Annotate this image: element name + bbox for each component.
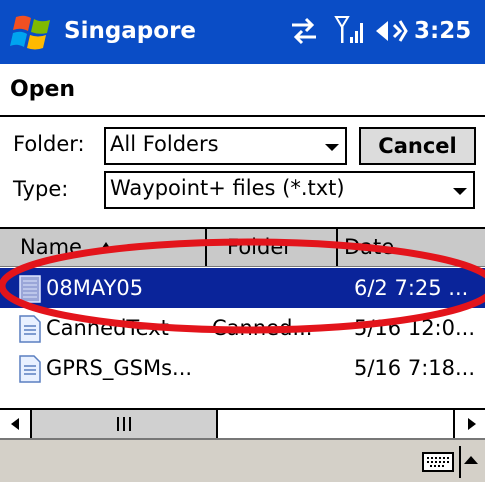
file-row[interactable]: CannedText Canned... 5/16 12:0... — [0, 308, 485, 348]
connectivity-icon[interactable] — [288, 15, 320, 47]
chevron-down-icon — [453, 188, 467, 195]
column-header-date[interactable]: Date — [338, 229, 485, 266]
scroll-left-button[interactable] — [0, 410, 32, 438]
folder-dropdown-value: All Folders — [110, 132, 219, 156]
app-title: Singapore — [64, 18, 197, 44]
sort-ascending-icon — [100, 242, 112, 251]
list-header: Name Folder Date — [0, 227, 485, 267]
horizontal-scrollbar[interactable] — [0, 408, 485, 438]
input-panel-arrow-icon[interactable] — [464, 456, 478, 464]
signal-strength-icon[interactable] — [334, 13, 366, 49]
cancel-button[interactable]: Cancel — [359, 127, 476, 165]
file-date: 5/16 12:0... — [354, 316, 476, 340]
file-date: 5/16 7:18... — [354, 356, 476, 380]
scroll-thumb[interactable] — [32, 410, 218, 438]
scroll-right-button[interactable] — [453, 410, 485, 438]
file-name: 08MAY05 — [46, 276, 144, 300]
volume-icon[interactable] — [374, 15, 408, 47]
header-divider — [0, 115, 485, 117]
arrow-left-icon — [11, 418, 19, 430]
file-row[interactable]: GPRS_GSMs... 5/16 7:18... — [0, 348, 485, 388]
arrow-right-icon — [468, 418, 476, 430]
folder-dropdown[interactable]: All Folders — [104, 127, 347, 165]
file-icon — [19, 275, 41, 303]
document-icon — [19, 355, 41, 383]
keyboard-icon[interactable] — [422, 450, 454, 474]
column-header-folder[interactable]: Folder — [207, 229, 338, 266]
clock[interactable]: 3:25 — [414, 14, 471, 48]
menu-bar — [0, 438, 485, 482]
column-header-name-label: Name — [20, 235, 82, 259]
folder-label: Folder: — [13, 132, 85, 156]
divider — [459, 446, 461, 478]
type-dropdown-value: Waypoint+ files (*.txt) — [110, 176, 345, 200]
document-icon — [19, 315, 41, 343]
file-date: 6/2 7:25 ... — [354, 276, 469, 300]
type-label: Type: — [13, 177, 69, 201]
page-title: Open — [10, 77, 76, 102]
chevron-down-icon — [325, 144, 339, 151]
file-row[interactable]: 08MAY05 6/2 7:25 ... — [0, 268, 485, 308]
type-dropdown[interactable]: Waypoint+ files (*.txt) — [104, 171, 475, 209]
file-name: GPRS_GSMs... — [46, 356, 193, 380]
file-name: CannedText — [46, 316, 169, 340]
start-menu-icon[interactable] — [10, 11, 56, 53]
file-folder: Canned... — [212, 316, 313, 340]
column-header-name[interactable]: Name — [0, 229, 207, 266]
grip-icon — [117, 417, 131, 431]
